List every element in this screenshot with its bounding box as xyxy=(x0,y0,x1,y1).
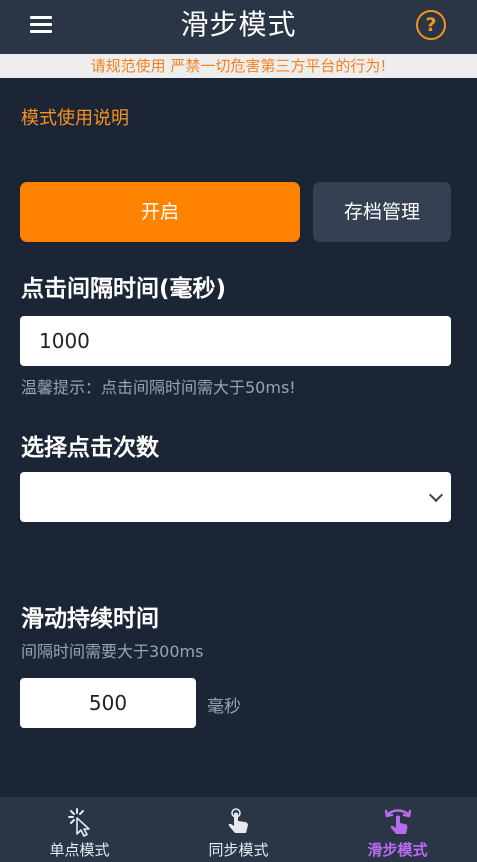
page-title: 滑步模式 xyxy=(180,8,297,41)
nav-label-swipe: 滑步模式 xyxy=(367,841,428,859)
click-interval-input[interactable] xyxy=(20,316,451,366)
mode-instructions-link[interactable]: 模式使用说明 xyxy=(21,104,129,130)
nav-label-single-point: 单点模式 xyxy=(49,841,110,859)
slide-duration-unit: 毫秒 xyxy=(207,697,241,717)
hand-touch-icon xyxy=(159,807,318,837)
click-interval-hint: 温馨提示：点击间隔时间需大于50ms! xyxy=(21,378,296,397)
chevron-down-icon xyxy=(428,487,444,503)
nav-single-point-mode[interactable]: 单点模式 xyxy=(0,797,159,862)
nav-sync-mode[interactable]: 同步模式 xyxy=(159,797,318,862)
nav-label-sync: 同步模式 xyxy=(208,841,269,859)
click-interval-label: 点击间隔时间(毫秒) xyxy=(21,276,227,302)
slide-duration-input[interactable] xyxy=(20,678,196,728)
click-count-select[interactable] xyxy=(20,472,451,522)
top-bar: 滑步模式 ? xyxy=(0,0,477,54)
bottom-nav: 单点模式 同步模式 滑步模式 xyxy=(0,797,477,862)
slide-duration-label: 滑动持续时间 xyxy=(21,606,159,632)
warning-notice: 请规范使用 严禁一切危害第三方平台的行为! xyxy=(0,54,477,78)
start-button[interactable]: 开启 xyxy=(20,182,300,242)
tap-click-icon xyxy=(0,807,159,837)
slide-duration-hint: 间隔时间需要大于300ms xyxy=(21,642,204,661)
nav-swipe-mode[interactable]: 滑步模式 xyxy=(318,797,477,862)
help-icon[interactable]: ? xyxy=(416,10,446,40)
click-count-label: 选择点击次数 xyxy=(21,435,159,461)
archive-management-button[interactable]: 存档管理 xyxy=(313,182,451,242)
swipe-icon xyxy=(318,807,477,837)
app-root: 滑步模式 ? 请规范使用 严禁一切危害第三方平台的行为! 模式使用说明 开启 存… xyxy=(0,0,477,862)
